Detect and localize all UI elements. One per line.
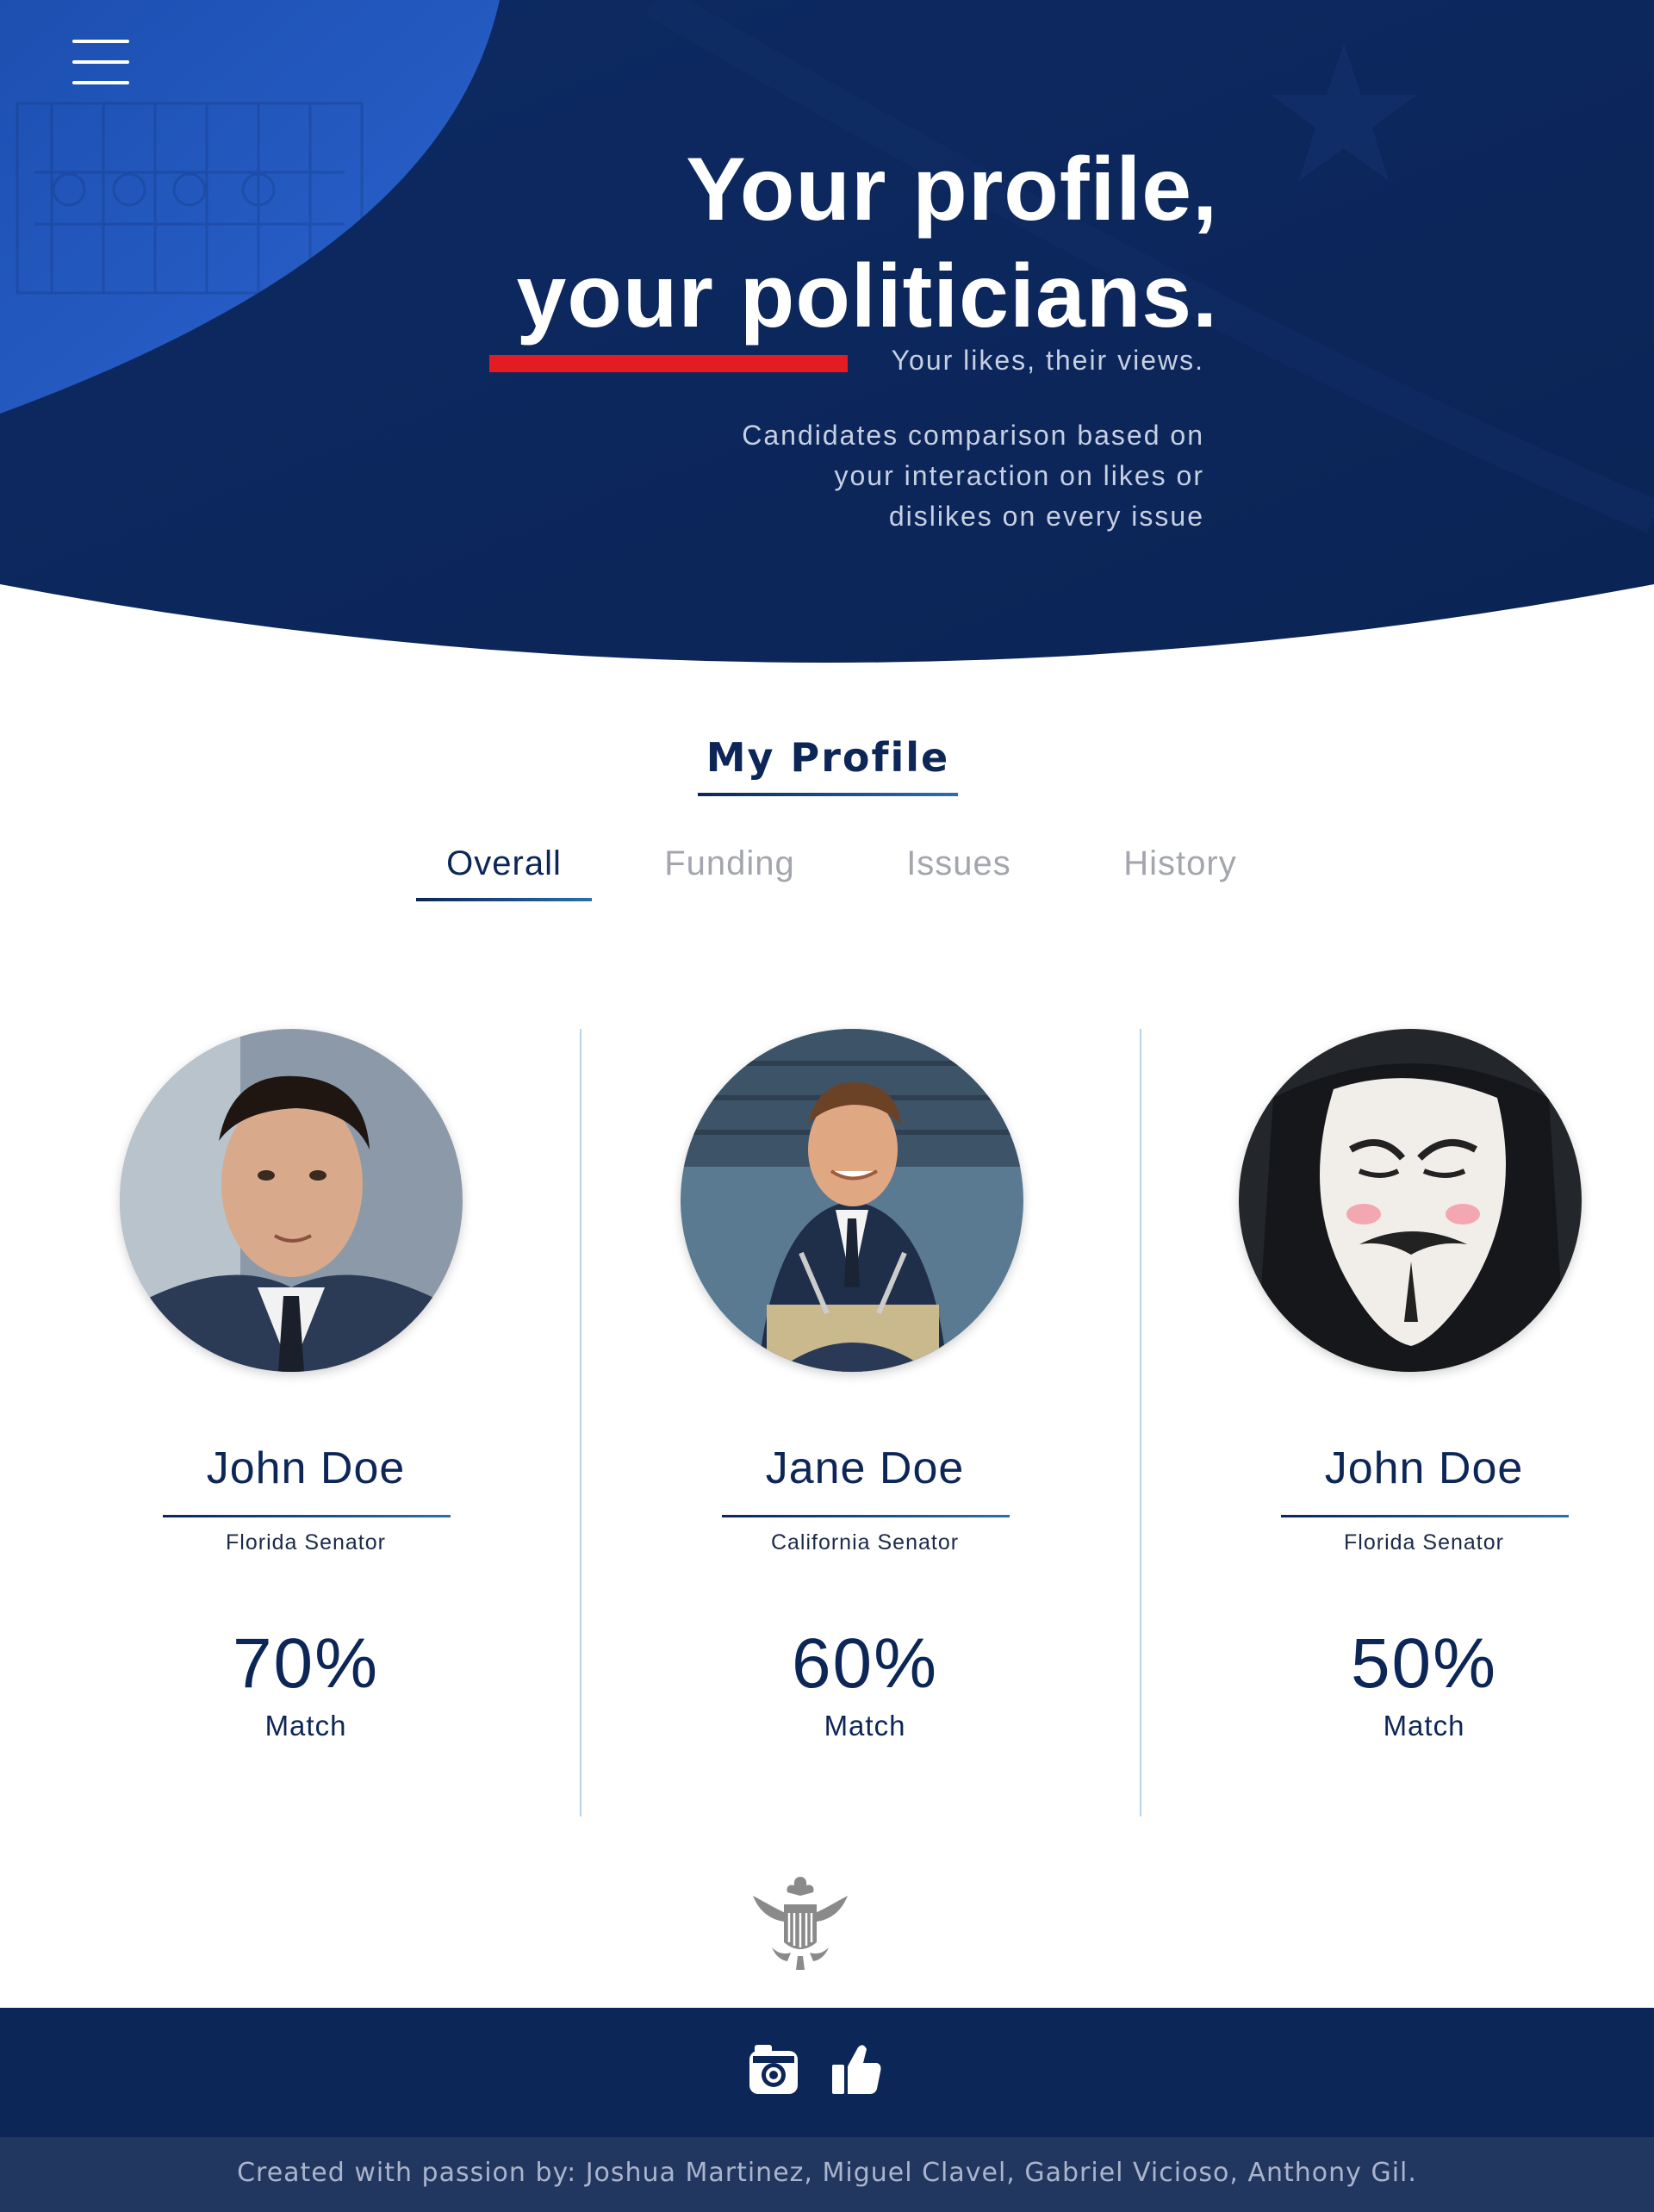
tab-issues[interactable]: Issues <box>882 844 1035 905</box>
hero-description-line: your interaction on likes or <box>834 460 1204 491</box>
hero-description: Candidates comparison based on your inte… <box>601 415 1204 537</box>
footer <box>0 2008 1654 2137</box>
column-divider <box>1140 1029 1141 1816</box>
column-divider <box>580 1029 581 1816</box>
hamburger-menu-icon[interactable] <box>69 40 133 88</box>
candidate-photo[interactable] <box>120 1029 463 1372</box>
menu-bar <box>72 40 129 43</box>
section-title-underline <box>698 793 958 796</box>
match-label: Match <box>1383 1710 1465 1742</box>
candidate-card[interactable]: John Doe Florida Senator 50% Match <box>1166 1025 1654 1766</box>
thumbs-up-icon[interactable] <box>829 2041 884 2097</box>
candidate-name-underline <box>163 1515 451 1517</box>
menu-bar <box>72 60 129 64</box>
candidate-role: Florida Senator <box>226 1530 386 1555</box>
candidate-role: Florida Senator <box>1344 1530 1504 1555</box>
hero-title: Your profile, your politicians. <box>517 136 1218 350</box>
hero-description-line: Candidates comparison based on <box>742 420 1204 451</box>
match-percentage: 50% <box>1350 1624 1498 1703</box>
candidate-role: California Senator <box>770 1530 960 1555</box>
match-label: Match <box>824 1710 906 1742</box>
candidate-card[interactable]: Jane Doe California Senator 60% Match <box>606 1025 1123 1766</box>
hero-title-line1: Your profile, <box>686 140 1218 240</box>
hero-description-line: dislikes on every issue <box>888 501 1204 532</box>
match-label: Match <box>264 1710 347 1742</box>
hero-tagline: Your likes, their views. <box>891 345 1204 376</box>
accent-underline <box>489 355 848 372</box>
candidate-card[interactable]: John Doe Florida Senator 70% Match <box>47 1025 564 1766</box>
speaker-at-podium-portrait-image <box>681 1029 1023 1372</box>
match-percentage: 70% <box>232 1624 380 1703</box>
tab-funding[interactable]: Funding <box>639 844 820 905</box>
candidate-name[interactable]: John Doe <box>47 1442 564 1494</box>
profile-tabs: Overall Funding Issues History <box>0 844 1654 905</box>
eagle-seal-icon <box>753 1877 848 1970</box>
man-in-suit-portrait-image <box>120 1029 463 1372</box>
section-title: My Profile <box>706 734 950 781</box>
credits-text: Created with passion by: Joshua Martinez… <box>237 2158 1417 2188</box>
hero-banner: Your profile, your politicians. Your lik… <box>0 0 1654 689</box>
candidate-name-underline <box>1281 1515 1569 1517</box>
match-percentage: 60% <box>791 1624 939 1703</box>
candidate-name[interactable]: John Doe <box>1166 1442 1654 1494</box>
candidate-name[interactable]: Jane Doe <box>606 1442 1123 1494</box>
tab-history[interactable]: History <box>1104 844 1256 905</box>
tab-overall[interactable]: Overall <box>416 844 592 905</box>
active-tab-indicator <box>416 898 592 901</box>
candidate-photo[interactable] <box>681 1029 1023 1372</box>
hero-title-line2: your politicians. <box>516 246 1218 346</box>
camera-icon[interactable] <box>746 2041 801 2097</box>
candidate-photo[interactable] <box>1239 1029 1582 1372</box>
menu-bar <box>72 81 129 84</box>
guy-fawkes-mask-portrait-image <box>1239 1029 1582 1372</box>
candidate-name-underline <box>722 1515 1010 1517</box>
